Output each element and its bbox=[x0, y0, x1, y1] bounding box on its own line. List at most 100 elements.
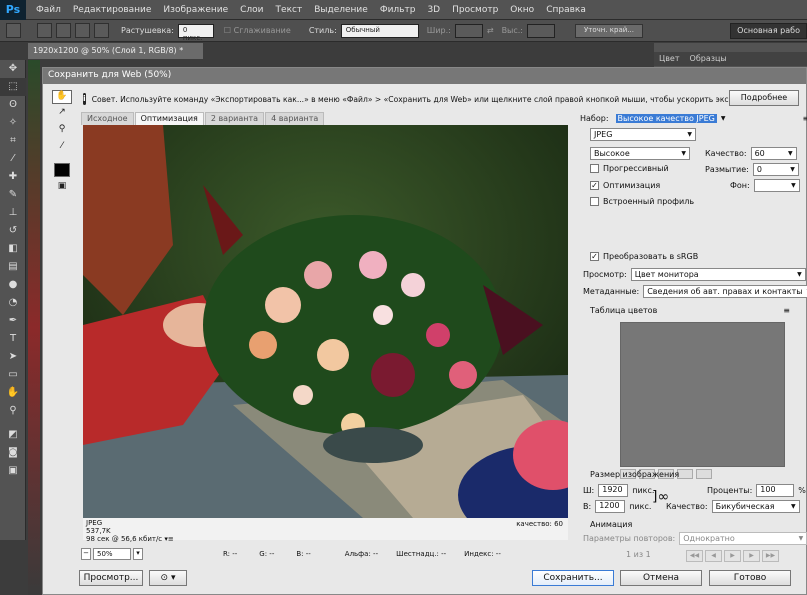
menu-window[interactable]: Окно bbox=[504, 5, 540, 15]
prev-frame-icon[interactable]: ◀ bbox=[705, 550, 722, 562]
menu-layers[interactable]: Слои bbox=[234, 5, 269, 15]
path-select-icon[interactable]: ➤ bbox=[0, 348, 26, 366]
menu-edit[interactable]: Редактирование bbox=[67, 5, 158, 15]
height-input[interactable]: 1200 bbox=[595, 500, 626, 513]
matte-select[interactable]: ▼ bbox=[753, 179, 800, 192]
tab-2up[interactable]: 2 варианта bbox=[204, 112, 265, 125]
color-swatches-icon[interactable]: ◩ bbox=[0, 426, 26, 444]
done-button[interactable]: Готово bbox=[709, 570, 791, 586]
quality-level-select[interactable]: Высокое ▼ bbox=[590, 147, 690, 160]
workspace-switcher[interactable]: Основная рабо bbox=[730, 23, 807, 39]
feather-input[interactable]: 0 пикс. bbox=[177, 23, 214, 42]
menu-3d[interactable]: 3D bbox=[421, 5, 446, 15]
intersect-selection-icon[interactable] bbox=[94, 23, 109, 38]
shape-tool-icon[interactable]: ▭ bbox=[0, 366, 26, 384]
width-input[interactable] bbox=[454, 23, 483, 38]
resample-select[interactable]: Бикубическая ▼ bbox=[711, 500, 800, 513]
chevron-down-icon: ▼ bbox=[790, 166, 795, 173]
history-brush-icon[interactable]: ↺ bbox=[0, 222, 26, 240]
refine-edge-button[interactable]: Уточн. край... bbox=[575, 23, 643, 38]
tab-color[interactable]: Цвет bbox=[654, 52, 685, 66]
menu-select[interactable]: Выделение bbox=[308, 5, 374, 15]
stamp-tool-icon[interactable]: ⊥ bbox=[0, 204, 26, 222]
tab-4up[interactable]: 4 варианта bbox=[265, 112, 325, 125]
format-select[interactable]: JPEG ▼ bbox=[590, 128, 696, 141]
more-info-button[interactable]: Подробнее bbox=[729, 90, 799, 106]
swap-icon[interactable]: ⇄ bbox=[487, 26, 494, 35]
crop-tool-icon[interactable]: ⌗ bbox=[0, 132, 26, 150]
subtract-selection-icon[interactable] bbox=[75, 23, 90, 38]
optimized-checkbox[interactable]: ✓ bbox=[590, 181, 599, 190]
brush-tool-icon[interactable]: ✎ bbox=[0, 186, 26, 204]
metadata-select[interactable]: Сведения об авт. правах и контакты▼ bbox=[643, 285, 807, 298]
menu-view[interactable]: Просмотр bbox=[446, 5, 504, 15]
save-button[interactable]: Сохранить... bbox=[532, 570, 614, 586]
quality-input[interactable]: 60 ▼ bbox=[750, 147, 797, 160]
preview-select[interactable]: Цвет монитора ▼ bbox=[630, 268, 806, 281]
quick-mask-icon[interactable]: ◙ bbox=[0, 444, 26, 462]
blur-input[interactable]: 0 ▼ bbox=[752, 163, 799, 176]
document-tab[interactable]: 1920x1200 @ 50% (Слой 1, RGB/8) * bbox=[28, 43, 203, 59]
next-frame-icon[interactable]: ▶ bbox=[743, 550, 760, 562]
tab-swatches[interactable]: Образцы bbox=[685, 52, 732, 66]
browser-select[interactable]: ⊙ ▾ bbox=[149, 570, 187, 586]
pen-tool-icon[interactable]: ✒ bbox=[0, 312, 26, 330]
antialias-checkbox[interactable]: ☐ Сглаживание bbox=[224, 26, 291, 35]
height-input[interactable] bbox=[527, 23, 556, 38]
color-table-menu-icon[interactable]: ≡ bbox=[783, 306, 790, 315]
style-select[interactable]: Обычный bbox=[340, 23, 419, 38]
lasso-tool-icon[interactable]: ʘ bbox=[0, 96, 26, 114]
embed-profile-checkbox[interactable] bbox=[590, 197, 599, 206]
zoom-out-button[interactable]: − bbox=[81, 548, 91, 560]
toggle-slices-icon[interactable]: ▣ bbox=[52, 181, 72, 195]
menu-image[interactable]: Изображение bbox=[157, 5, 234, 15]
eyedropper-icon[interactable]: ⁄ bbox=[0, 150, 26, 168]
cancel-button[interactable]: Отмена bbox=[620, 570, 702, 586]
percent-unit: % bbox=[798, 486, 806, 495]
slice-select-icon[interactable]: ↗ bbox=[52, 107, 72, 121]
image-preview[interactable] bbox=[83, 125, 568, 518]
new-selection-icon[interactable] bbox=[37, 23, 52, 38]
marquee-tool-icon[interactable] bbox=[6, 23, 21, 38]
hand-tool-icon[interactable]: ✋ bbox=[52, 90, 72, 104]
healing-brush-icon[interactable]: ✚ bbox=[0, 168, 26, 186]
preview-button[interactable]: Просмотр... bbox=[79, 570, 143, 586]
eyedropper-color-swatch[interactable] bbox=[54, 163, 70, 177]
screen-mode-icon[interactable]: ▣ bbox=[0, 462, 26, 480]
move-tool-icon[interactable]: ✥ bbox=[0, 60, 26, 78]
width-input[interactable]: 1920 bbox=[598, 484, 629, 497]
convert-srgb-checkbox[interactable]: ✓ bbox=[590, 252, 599, 261]
hand-tool-icon[interactable]: ✋ bbox=[0, 384, 26, 402]
dodge-tool-icon[interactable]: ◔ bbox=[0, 294, 26, 312]
gradient-tool-icon[interactable]: ▤ bbox=[0, 258, 26, 276]
add-color-icon[interactable] bbox=[677, 469, 693, 479]
delete-color-icon[interactable] bbox=[696, 469, 712, 479]
zoom-tool-icon[interactable]: ⚲ bbox=[0, 402, 26, 420]
preset-select[interactable]: Высокое качество JPEG ▼ bbox=[613, 112, 725, 125]
marquee-tool-icon[interactable]: ⬚ bbox=[0, 78, 26, 96]
progressive-checkbox[interactable] bbox=[590, 164, 599, 173]
loop-select[interactable]: Однократно ▼ bbox=[679, 532, 807, 545]
type-tool-icon[interactable]: T bbox=[0, 330, 26, 348]
zoom-tool-icon[interactable]: ⚲ bbox=[52, 124, 72, 138]
first-frame-icon[interactable]: ◀◀ bbox=[686, 550, 703, 562]
menu-help[interactable]: Справка bbox=[540, 5, 592, 15]
zoom-select[interactable]: 50% bbox=[93, 548, 131, 560]
last-frame-icon[interactable]: ▶▶ bbox=[762, 550, 779, 562]
blur-tool-icon[interactable]: ● bbox=[0, 276, 26, 294]
menu-filter[interactable]: Фильтр bbox=[374, 5, 422, 15]
menu-file[interactable]: Файл bbox=[30, 5, 67, 15]
tab-original[interactable]: Исходное bbox=[81, 112, 134, 125]
play-icon[interactable]: ▶ bbox=[724, 550, 741, 562]
tab-optimized[interactable]: Оптимизация bbox=[134, 112, 204, 125]
eraser-tool-icon[interactable]: ◧ bbox=[0, 240, 26, 258]
add-selection-icon[interactable] bbox=[56, 23, 71, 38]
zoom-dropdown-icon[interactable]: ▾ bbox=[133, 548, 143, 560]
toolbox: ✥ ⬚ ʘ ✧ ⌗ ⁄ ✚ ✎ ⊥ ↺ ◧ ▤ ● ◔ ✒ T ➤ ▭ ✋ ⚲ … bbox=[0, 60, 26, 540]
eyedropper-icon[interactable]: ⁄ bbox=[52, 141, 72, 155]
percent-input[interactable]: 100 bbox=[756, 484, 795, 497]
preview-menu-icon[interactable]: ▾≡ bbox=[164, 535, 173, 543]
magic-wand-icon[interactable]: ✧ bbox=[0, 114, 26, 132]
menu-type[interactable]: Текст bbox=[270, 5, 309, 15]
settings-menu-icon[interactable]: ≡▾ bbox=[803, 114, 807, 123]
